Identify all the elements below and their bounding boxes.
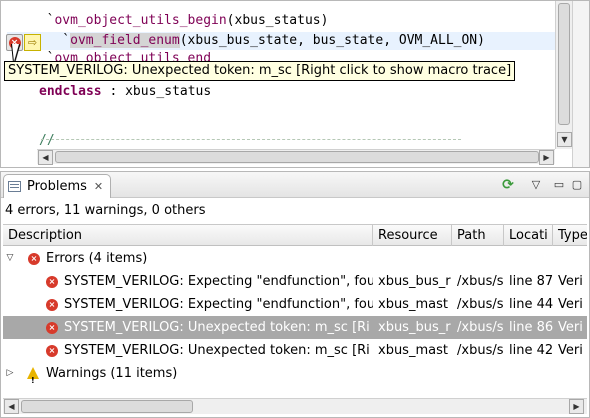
code-line-comment[interactable]: // bbox=[39, 132, 55, 150]
macro-name: ovm_object_utils_begin bbox=[54, 13, 227, 28]
tab-label: Problems bbox=[27, 179, 87, 194]
code-text: ` bbox=[31, 13, 55, 28]
resource-cell: xbus_mast bbox=[378, 297, 448, 312]
tree-group-errors[interactable]: ▽ × Errors (4 items) bbox=[3, 247, 587, 270]
type-cell: Veri bbox=[558, 297, 583, 312]
location-cell: line 42 bbox=[509, 343, 553, 358]
close-icon[interactable]: ✕ bbox=[94, 180, 103, 193]
resource-cell: xbus_mast bbox=[378, 343, 448, 358]
problems-table[interactable]: Description Resource Path Locati Type ▽ … bbox=[3, 224, 587, 401]
description-cell: SYSTEM_VERILOG: Unexpected token: m_sc [… bbox=[64, 320, 370, 335]
scroll-left-arrow-icon[interactable]: ◀ bbox=[38, 150, 53, 165]
problems-view: Problems ✕ ⟳ ▽ ▭ ▢ 4 errors, 11 warnings… bbox=[0, 171, 590, 418]
path-cell: /xbus/s bbox=[457, 320, 504, 335]
group-label: Errors (4 items) bbox=[46, 251, 148, 266]
editor-vertical-scrollbar[interactable]: ▼ bbox=[555, 1, 572, 149]
minimize-icon[interactable]: ▭ bbox=[551, 177, 567, 193]
location-cell: line 44 bbox=[509, 297, 553, 312]
table-header: Description Resource Path Locati Type bbox=[3, 224, 587, 246]
editor-horizontal-scrollbar[interactable]: ◀ ▶ bbox=[37, 149, 555, 165]
tree-group-warnings[interactable]: ▷ ! Warnings (11 items) bbox=[3, 362, 587, 385]
sync-filter-icon[interactable]: ⟳ bbox=[500, 177, 516, 193]
column-resource[interactable]: Resource bbox=[373, 225, 452, 246]
error-icon: × bbox=[46, 276, 58, 288]
error-icon: × bbox=[46, 299, 58, 311]
keyword: endclass bbox=[39, 84, 102, 99]
expand-toggle-icon[interactable]: ▷ bbox=[5, 362, 15, 385]
scrollbar-thumb[interactable] bbox=[558, 3, 570, 125]
scrollbar-thumb[interactable] bbox=[21, 400, 193, 413]
problems-horizontal-scrollbar[interactable]: ◀ ▶ bbox=[3, 398, 587, 414]
table-row-selected[interactable]: × SYSTEM_VERILOG: Unexpected token: m_sc… bbox=[3, 316, 587, 339]
column-location[interactable]: Locati bbox=[504, 225, 553, 246]
expand-toggle-icon[interactable]: ▽ bbox=[5, 247, 15, 270]
group-label: Warnings (11 items) bbox=[46, 366, 178, 381]
warning-icon: ! bbox=[27, 367, 39, 385]
error-icon: × bbox=[46, 322, 58, 334]
path-cell: /xbus/s bbox=[457, 343, 504, 358]
scroll-right-arrow-icon[interactable]: ▶ bbox=[569, 399, 584, 414]
table-row[interactable]: × SYSTEM_VERILOG: Expecting "endfunction… bbox=[3, 270, 587, 293]
code-line-2[interactable]: `ovm_field_enum(xbus_bus_state, bus_stat… bbox=[31, 32, 485, 50]
location-cell: line 87 bbox=[509, 274, 553, 289]
mouse-cursor-icon bbox=[12, 44, 28, 62]
code-text: : xbus_status bbox=[101, 84, 212, 99]
type-cell: Veri bbox=[558, 343, 583, 358]
resource-cell: xbus_bus_r bbox=[378, 274, 451, 289]
maximize-icon[interactable]: ▢ bbox=[569, 177, 585, 193]
scrollbar-thumb[interactable] bbox=[55, 151, 539, 163]
code-editor[interactable]: `ovm_object_utils_begin(xbus_status) `ov… bbox=[0, 0, 590, 168]
problems-icon bbox=[7, 180, 23, 194]
column-type[interactable]: Type bbox=[553, 225, 587, 246]
overview-ruler[interactable] bbox=[572, 1, 589, 167]
error-tooltip: SYSTEM_VERILOG: Unexpected token: m_sc [… bbox=[4, 61, 516, 81]
location-cell: line 86 bbox=[509, 320, 553, 335]
scroll-right-arrow-icon[interactable]: ▶ bbox=[539, 150, 554, 165]
column-path[interactable]: Path bbox=[452, 225, 504, 246]
code-text: (xbus_bus_state, bus_state, OVM_ALL_ON) bbox=[179, 33, 485, 48]
tab-problems[interactable]: Problems ✕ bbox=[3, 174, 111, 198]
path-cell: /xbus/s bbox=[457, 297, 504, 312]
error-icon: × bbox=[28, 253, 40, 265]
table-row[interactable]: × SYSTEM_VERILOG: Expecting "endfunction… bbox=[3, 293, 587, 316]
problems-summary: 4 errors, 11 warnings, 0 others bbox=[5, 203, 206, 218]
scroll-down-arrow-icon[interactable]: ▼ bbox=[557, 132, 572, 147]
description-cell: SYSTEM_VERILOG: Expecting "endfunction",… bbox=[64, 297, 373, 312]
description-cell: SYSTEM_VERILOG: Unexpected token: m_sc [… bbox=[64, 343, 370, 358]
resource-cell: xbus_bus_r bbox=[378, 320, 451, 335]
type-cell: Veri bbox=[558, 320, 583, 335]
view-header: Problems ✕ ⟳ ▽ ▭ ▢ bbox=[1, 172, 589, 198]
table-row[interactable]: × SYSTEM_VERILOG: Unexpected token: m_sc… bbox=[3, 339, 587, 362]
code-line-4[interactable]: endclass : xbus_status bbox=[39, 83, 211, 101]
column-description[interactable]: Description bbox=[3, 225, 373, 246]
scroll-left-arrow-icon[interactable]: ◀ bbox=[4, 399, 19, 414]
error-icon: × bbox=[46, 345, 58, 357]
macro-name: ovm_field_enum bbox=[70, 33, 180, 48]
code-line-1[interactable]: `ovm_object_utils_begin(xbus_status) bbox=[31, 12, 329, 30]
code-text: (xbus_status) bbox=[226, 13, 329, 28]
view-menu-icon[interactable]: ▽ bbox=[528, 177, 544, 193]
description-cell: SYSTEM_VERILOG: Expecting "endfunction",… bbox=[64, 274, 373, 289]
path-cell: /xbus/s bbox=[457, 274, 504, 289]
type-cell: Veri bbox=[558, 274, 583, 289]
comment-divider bbox=[41, 139, 461, 140]
